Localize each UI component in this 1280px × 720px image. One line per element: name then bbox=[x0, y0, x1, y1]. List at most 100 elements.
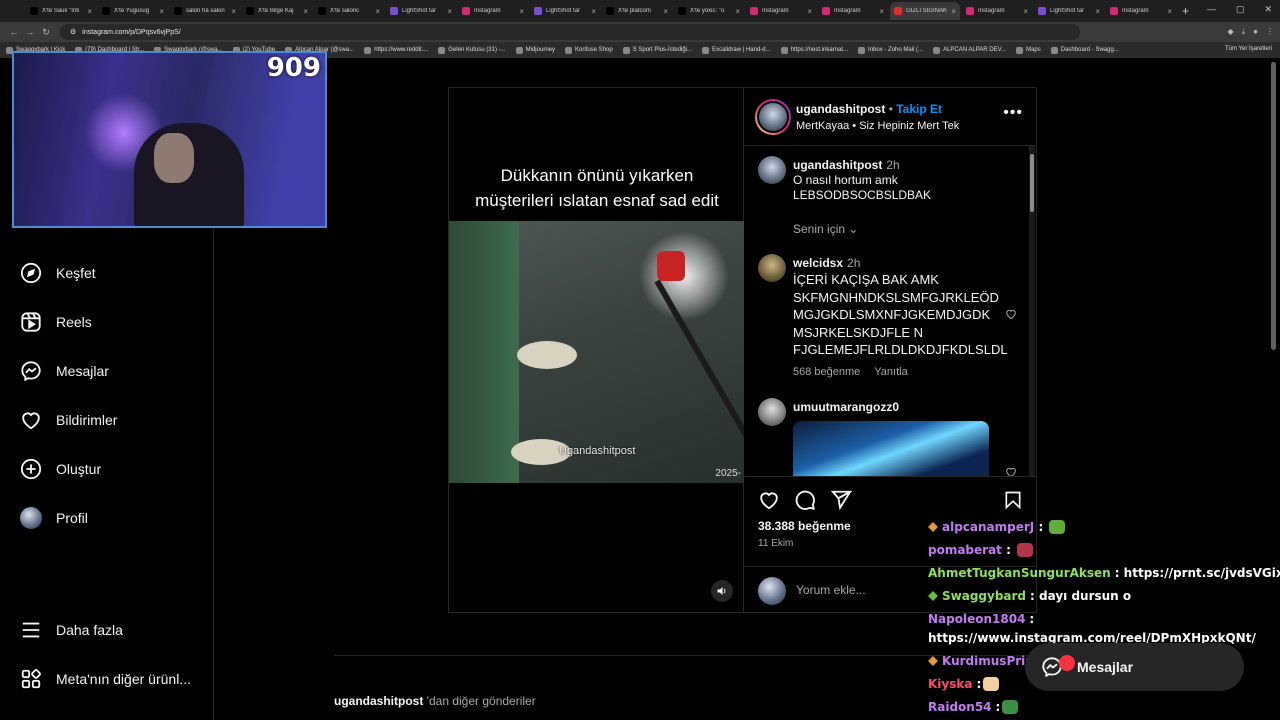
audio-author[interactable]: MertKayaa bbox=[796, 120, 849, 132]
follow-button[interactable]: Takip Et bbox=[896, 102, 942, 116]
more-posts-username[interactable]: ugandashitpost bbox=[334, 694, 423, 708]
back-icon[interactable]: ← bbox=[6, 27, 22, 37]
bookmark-icon[interactable] bbox=[1003, 489, 1023, 511]
browser-tab[interactable]: LightShot tar × bbox=[1034, 2, 1104, 20]
browser-tab[interactable]: salon ha sakın × bbox=[170, 2, 240, 20]
profile-icon[interactable]: ● bbox=[1253, 27, 1258, 37]
close-window-icon[interactable]: ✕ bbox=[1264, 4, 1272, 15]
avatar[interactable] bbox=[758, 156, 786, 184]
close-tab-icon[interactable]: × bbox=[1095, 7, 1100, 16]
comment-username[interactable]: welcidsx bbox=[793, 256, 843, 270]
close-tab-icon[interactable]: × bbox=[951, 7, 956, 16]
bookmark-item[interactable]: https://nest.inkarnat... bbox=[780, 46, 848, 54]
bookmark-item[interactable]: Excalidraw | Hand-d... bbox=[702, 46, 771, 54]
url-bar[interactable]: ⚙ instagram.com/p/DPqsv6vjPpS/ bbox=[60, 24, 1080, 40]
bookmark-item[interactable]: Gelen Kutusu (31) -... bbox=[438, 46, 506, 54]
close-tab-icon[interactable]: × bbox=[879, 7, 884, 16]
browser-tab[interactable]: X'te Bilge Kaj × bbox=[242, 2, 312, 20]
author-username[interactable]: ugandashitpost bbox=[796, 102, 885, 116]
close-tab-icon[interactable]: × bbox=[519, 7, 524, 16]
comment-likes[interactable]: 568 beğenme bbox=[793, 366, 860, 378]
browser-tab[interactable]: X'te platcom × bbox=[602, 2, 672, 20]
browser-tab[interactable]: X'te Yugusug × bbox=[98, 2, 168, 20]
reload-icon[interactable]: ↻ bbox=[38, 27, 54, 38]
browser-tab[interactable]: LightShot tar × bbox=[386, 2, 456, 20]
sidebar-item-label: Bildirimler bbox=[56, 412, 118, 428]
browser-tab[interactable]: Instagram × bbox=[458, 2, 528, 20]
sidebar-item-profile[interactable]: Profil bbox=[20, 507, 88, 529]
like-icon[interactable] bbox=[758, 489, 780, 511]
new-tab-button[interactable]: + bbox=[1182, 4, 1189, 18]
comment-input[interactable]: Yorum ekle... bbox=[796, 583, 866, 597]
tab-favicon-icon bbox=[750, 7, 758, 15]
extension-icon[interactable]: ◆ bbox=[1227, 27, 1233, 37]
post-media[interactable]: Dükkanın önünü yıkarken müşterileri ısla… bbox=[448, 87, 745, 613]
close-tab-icon[interactable]: × bbox=[375, 7, 380, 16]
browser-tab[interactable]: Instagram × bbox=[746, 2, 816, 20]
volume-button[interactable] bbox=[711, 580, 733, 602]
close-tab-icon[interactable]: × bbox=[1167, 7, 1172, 16]
like-count[interactable]: 38.388 beğenme bbox=[758, 519, 851, 533]
scrollbar-thumb[interactable] bbox=[1271, 62, 1276, 350]
site-info-icon[interactable]: ⚙ bbox=[70, 28, 76, 36]
avatar[interactable] bbox=[758, 254, 786, 282]
browser-tab[interactable]: GİZLİ SİĞİNAK × bbox=[890, 2, 960, 20]
bookmark-item[interactable]: Dashboard - Swagg... bbox=[1050, 46, 1119, 54]
bookmark-item[interactable]: Inbox - Zoho Mail (... bbox=[858, 46, 923, 54]
close-tab-icon[interactable]: × bbox=[591, 7, 596, 16]
bookmark-item[interactable]: Konfuse Shop bbox=[565, 46, 613, 54]
close-tab-icon[interactable]: × bbox=[663, 7, 668, 16]
close-tab-icon[interactable]: × bbox=[807, 7, 812, 16]
maximize-icon[interactable]: ▢ bbox=[1236, 4, 1245, 15]
close-tab-icon[interactable]: × bbox=[303, 7, 308, 16]
close-tab-icon[interactable]: × bbox=[159, 7, 164, 16]
bookmark-item[interactable]: ALPCAN ALPAR DEV... bbox=[933, 46, 1006, 54]
sidebar-item-meta[interactable]: Meta'nın diğer ürünl... bbox=[20, 668, 191, 690]
sidebar-item-messages[interactable]: Mesajlar bbox=[20, 360, 109, 382]
page-scrollbar[interactable] bbox=[1270, 60, 1278, 720]
bookmark-item[interactable]: Midjourney bbox=[515, 46, 555, 54]
close-tab-icon[interactable]: × bbox=[447, 7, 452, 16]
sidebar-item-explore[interactable]: Keşfet bbox=[20, 262, 96, 284]
messages-floating-button[interactable]: Mesajlar bbox=[1025, 643, 1244, 691]
sidebar-item-notifications[interactable]: Bildirimler bbox=[20, 409, 117, 431]
avatar[interactable] bbox=[758, 398, 786, 426]
close-tab-icon[interactable]: × bbox=[1023, 7, 1028, 16]
browser-tab[interactable]: Instagram × bbox=[1106, 2, 1176, 20]
like-comment-icon[interactable] bbox=[1005, 308, 1017, 320]
browser-tab[interactable]: Instagram × bbox=[962, 2, 1032, 20]
author-avatar[interactable] bbox=[755, 99, 791, 135]
forward-icon[interactable]: → bbox=[22, 27, 38, 37]
video-frame[interactable]: Ugandashitpost 2025- bbox=[449, 221, 745, 483]
download-icon[interactable]: ⤓ bbox=[1242, 27, 1246, 37]
close-tab-icon[interactable]: × bbox=[231, 7, 236, 16]
share-icon[interactable] bbox=[830, 489, 852, 511]
sidebar-item-more[interactable]: Daha fazla bbox=[20, 619, 123, 641]
comments-scrollbar[interactable] bbox=[1029, 146, 1035, 476]
bookmark-item[interactable]: https://www.reddit.... bbox=[364, 46, 428, 54]
audio-track[interactable]: Siz Hepiniz Mert Tek bbox=[859, 120, 959, 132]
browser-tab[interactable]: LightShot tar × bbox=[530, 2, 600, 20]
bookmark-favicon-icon bbox=[622, 46, 630, 54]
browser-tab[interactable]: X'te yoxic: "o × bbox=[674, 2, 744, 20]
minimize-icon[interactable]: — bbox=[1207, 4, 1216, 15]
sort-dropdown[interactable]: Senin için ⌄ bbox=[793, 222, 858, 236]
close-tab-icon[interactable]: × bbox=[735, 7, 740, 16]
menu-icon[interactable]: ⋮ bbox=[1266, 27, 1274, 37]
sidebar-item-create[interactable]: Oluştur bbox=[20, 458, 101, 480]
like-comment-icon[interactable] bbox=[1005, 466, 1017, 476]
bookmark-item[interactable]: S Sport Plus-İstediği... bbox=[622, 46, 692, 54]
bookmark-item[interactable]: Maps bbox=[1016, 46, 1041, 54]
more-options-icon[interactable]: ••• bbox=[1003, 104, 1023, 122]
browser-tab[interactable]: Instagram × bbox=[818, 2, 888, 20]
close-tab-icon[interactable]: × bbox=[87, 7, 92, 16]
scrollbar-thumb[interactable] bbox=[1030, 154, 1034, 212]
sidebar-item-reels[interactable]: Reels bbox=[20, 311, 92, 333]
browser-tab[interactable]: X'te salonc × bbox=[314, 2, 384, 20]
comment-username[interactable]: ugandashitpost bbox=[793, 158, 882, 172]
all-bookmarks-button[interactable]: Tüm Yer İşaretleri bbox=[1225, 46, 1272, 52]
browser-tab[interactable]: X'te Sauk "İnti × bbox=[26, 2, 96, 20]
reply-button[interactable]: Yanıtla bbox=[874, 366, 907, 378]
comment-icon[interactable] bbox=[794, 489, 816, 511]
comment-username[interactable]: umuutmarangozz0 bbox=[793, 400, 899, 414]
